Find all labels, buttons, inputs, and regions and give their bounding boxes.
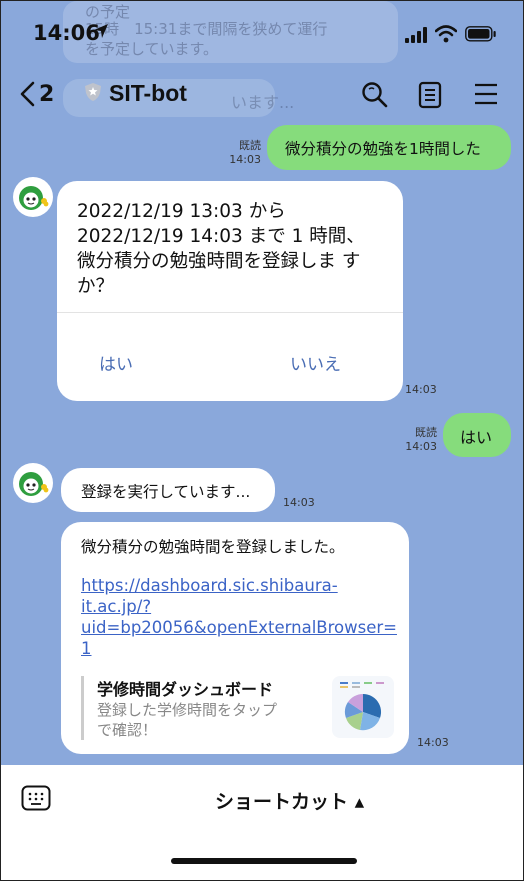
message-text: はい: [460, 428, 493, 447]
preview-desc-line: で確認！: [97, 721, 158, 739]
bot-avatar[interactable]: [13, 463, 53, 503]
preview-desc-line: 登録した学修時間をタップ: [97, 701, 278, 719]
message-text: 微分積分の勉強時間を登録しました。: [81, 538, 345, 556]
confirm-line: か？: [77, 276, 115, 297]
chat-title: SIT-bot: [109, 80, 187, 106]
link-line: uid=bp20056&openExternalBrowser=: [81, 618, 397, 637]
dashboard-pie-thumbnail-icon: [340, 682, 384, 731]
confirm-line: 2022/12/19 13:03 から: [77, 201, 286, 222]
divider: [57, 312, 403, 313]
chat-header: います... 2 SIT-bot: [1, 63, 523, 127]
preview-thumbnail: [332, 676, 394, 738]
unread-count: 2: [39, 81, 55, 107]
sent-message[interactable]: 微分積分の勉強を1時間した: [267, 125, 511, 170]
message-meta: 既読 14:03: [399, 426, 437, 454]
wifi-icon: [435, 25, 457, 43]
notes-icon[interactable]: [418, 81, 442, 109]
yes-button[interactable]: はい: [71, 346, 161, 379]
keyboard-icon[interactable]: [21, 785, 51, 811]
no-button[interactable]: いいえ: [262, 346, 369, 379]
link-line: https://dashboard.sic.shibaura-: [81, 576, 338, 595]
menu-icon[interactable]: [473, 81, 499, 107]
message-text: 微分積分の勉強を1時間した: [285, 140, 481, 158]
preview-description: 登録した学修時間をタップ で確認！: [97, 700, 317, 740]
cellular-signal-icon: [405, 27, 427, 43]
sent-message[interactable]: はい: [443, 413, 511, 457]
back-button[interactable]: 2: [19, 81, 54, 107]
verified-shield-icon: [85, 83, 101, 101]
message-time: 14:03: [405, 440, 437, 453]
location-arrow-icon: [94, 24, 108, 38]
link-line: 1: [81, 639, 92, 658]
battery-icon: [465, 26, 496, 42]
chevron-left-icon: [20, 81, 35, 107]
bot-avatar-icon: [14, 178, 52, 216]
registration-result-card: 微分積分の勉強時間を登録しました。 https://dashboard.sic.…: [61, 522, 409, 754]
bottom-bar: ショートカット ▴: [1, 765, 523, 880]
confirm-line: 微分積分の勉強時間を登録しま す: [77, 251, 361, 272]
bot-avatar[interactable]: [13, 177, 53, 217]
message-time: 14:03: [283, 496, 315, 509]
chat-screen: の予定 15時 15:31まで間隔を狭めて運行 を予定しています。 14:06 …: [0, 0, 524, 881]
search-icon[interactable]: [361, 81, 389, 109]
status-time: 14:06: [33, 21, 100, 45]
read-receipt: 既読: [239, 139, 261, 152]
received-message[interactable]: 登録を実行しています...: [61, 468, 275, 512]
read-receipt: 既読: [415, 426, 437, 439]
status-bar: 14:06: [1, 1, 523, 61]
confirm-card: 2022/12/19 13:03 から 2022/12/19 14:03 まで …: [57, 181, 403, 401]
message-time: 14:03: [229, 153, 261, 166]
confirm-line: 2022/12/19 14:03 まで 1 時間、: [77, 226, 365, 247]
shortcut-toggle[interactable]: ショートカット ▴: [215, 787, 364, 814]
message-time: 14:03: [417, 736, 449, 749]
message-time: 14:03: [405, 383, 437, 396]
link-line: it.ac.jp/?: [81, 597, 152, 616]
message-meta: 既読 14:03: [223, 139, 261, 167]
home-indicator[interactable]: [171, 858, 357, 864]
confirm-message: 2022/12/19 13:03 から 2022/12/19 14:03 まで …: [77, 199, 387, 299]
bot-avatar-icon: [14, 464, 52, 502]
faded-text: います...: [231, 93, 295, 112]
dashboard-link[interactable]: https://dashboard.sic.shibaura- it.ac.jp…: [81, 575, 397, 659]
preview-title: 学修時間ダッシュボード: [97, 680, 274, 699]
link-preview[interactable]: 学修時間ダッシュボード 登録した学修時間をタップ で確認！: [81, 676, 394, 740]
message-text: 登録を実行しています...: [81, 483, 251, 501]
